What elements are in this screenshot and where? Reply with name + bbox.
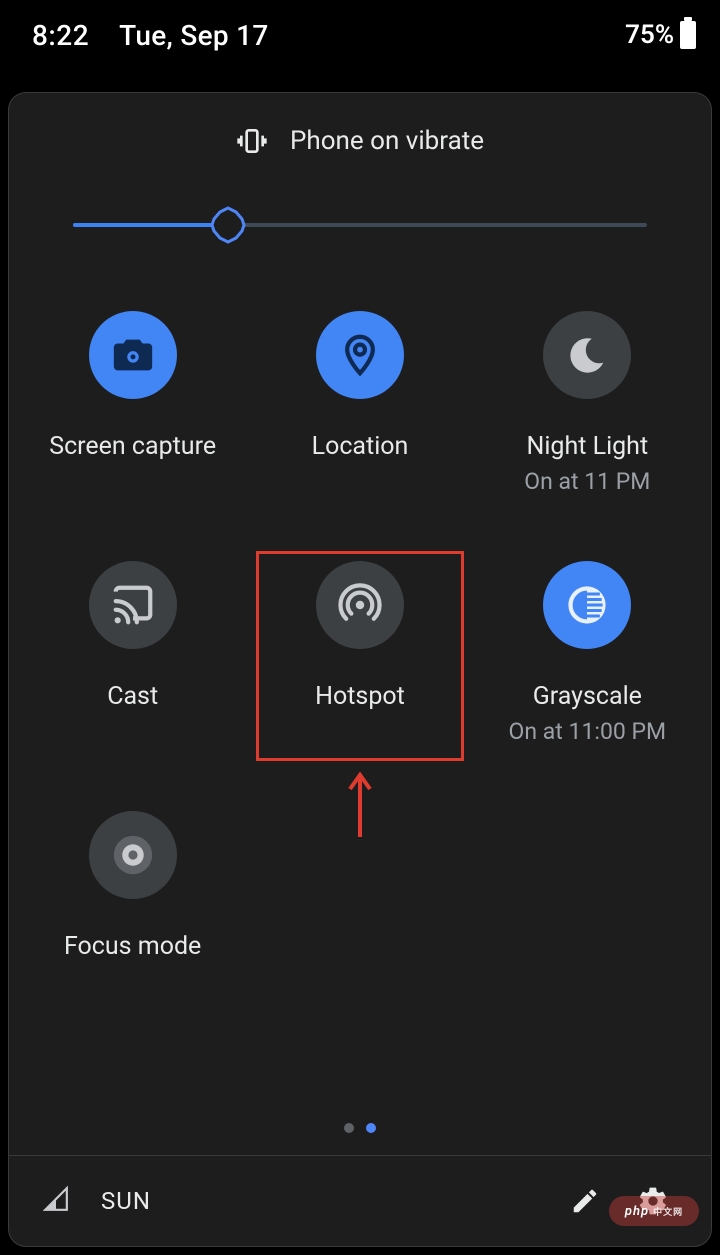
tile-label: Screen capture <box>49 431 216 462</box>
status-bar: 8:22 Tue, Sep 17 75% <box>0 0 720 70</box>
tile-focus-mode: Focus mode <box>19 805 246 962</box>
page-indicator[interactable] <box>9 1103 711 1155</box>
tile-label: Focus mode <box>64 931 201 962</box>
page-dot[interactable] <box>344 1123 354 1133</box>
gear-icon <box>637 1185 669 1217</box>
tile-screen-capture: Screen capture <box>19 305 246 462</box>
brightness-slider[interactable] <box>73 205 647 245</box>
tile-cast: Cast <box>19 555 246 712</box>
tile-label: Grayscale <box>533 681 642 712</box>
battery-percent: 75% <box>625 20 674 50</box>
tile-button-screen-capture[interactable] <box>89 311 177 399</box>
tile-button-focus-mode[interactable] <box>89 811 177 899</box>
tile-button-hotspot[interactable] <box>316 561 404 649</box>
tile-night-light: Night Light On at 11 PM <box>474 305 701 495</box>
edit-tiles-button[interactable] <box>561 1177 609 1225</box>
ringer-mode-row[interactable]: Phone on vibrate <box>9 125 711 157</box>
ringer-mode-label: Phone on vibrate <box>290 126 484 156</box>
location-pin-icon <box>337 332 383 378</box>
tile-button-location[interactable] <box>316 311 404 399</box>
battery-icon <box>680 21 696 49</box>
tile-label: Hotspot <box>315 681 405 712</box>
tile-location: Location <box>246 305 473 462</box>
annotation-arrow-icon <box>346 769 374 839</box>
tile-sublabel: On at 11:00 PM <box>509 718 667 745</box>
status-date: Tue, Sep 17 <box>119 19 268 52</box>
moon-icon <box>564 332 610 378</box>
pencil-icon <box>570 1186 600 1216</box>
camera-icon <box>110 332 156 378</box>
tile-label: Cast <box>107 681 158 712</box>
tile-button-cast[interactable] <box>89 561 177 649</box>
status-time: 8:22 <box>32 19 89 52</box>
tile-label: Location <box>312 431 409 462</box>
tile-sublabel: On at 11 PM <box>524 468 650 495</box>
tile-button-night-light[interactable] <box>543 311 631 399</box>
hotspot-icon <box>337 582 383 628</box>
vibrate-icon <box>236 125 268 157</box>
tile-grayscale: Grayscale On at 11:00 PM <box>474 555 701 745</box>
page-dot[interactable] <box>366 1123 376 1133</box>
settings-button[interactable] <box>629 1177 677 1225</box>
cast-icon <box>110 582 156 628</box>
carrier-label: SUN <box>101 1187 151 1215</box>
tile-button-grayscale[interactable] <box>543 561 631 649</box>
tile-label: Night Light <box>527 431 649 462</box>
tile-hotspot: Hotspot <box>246 555 473 712</box>
tiles-grid: Screen capture Location <box>9 305 711 1103</box>
brightness-thumb[interactable] <box>209 206 247 244</box>
qs-footer: SUN <box>9 1156 711 1246</box>
contrast-icon <box>565 583 609 627</box>
quick-settings-panel: Phone on vibrate <box>8 92 712 1247</box>
signal-icon <box>43 1186 69 1216</box>
focus-icon <box>110 832 156 878</box>
